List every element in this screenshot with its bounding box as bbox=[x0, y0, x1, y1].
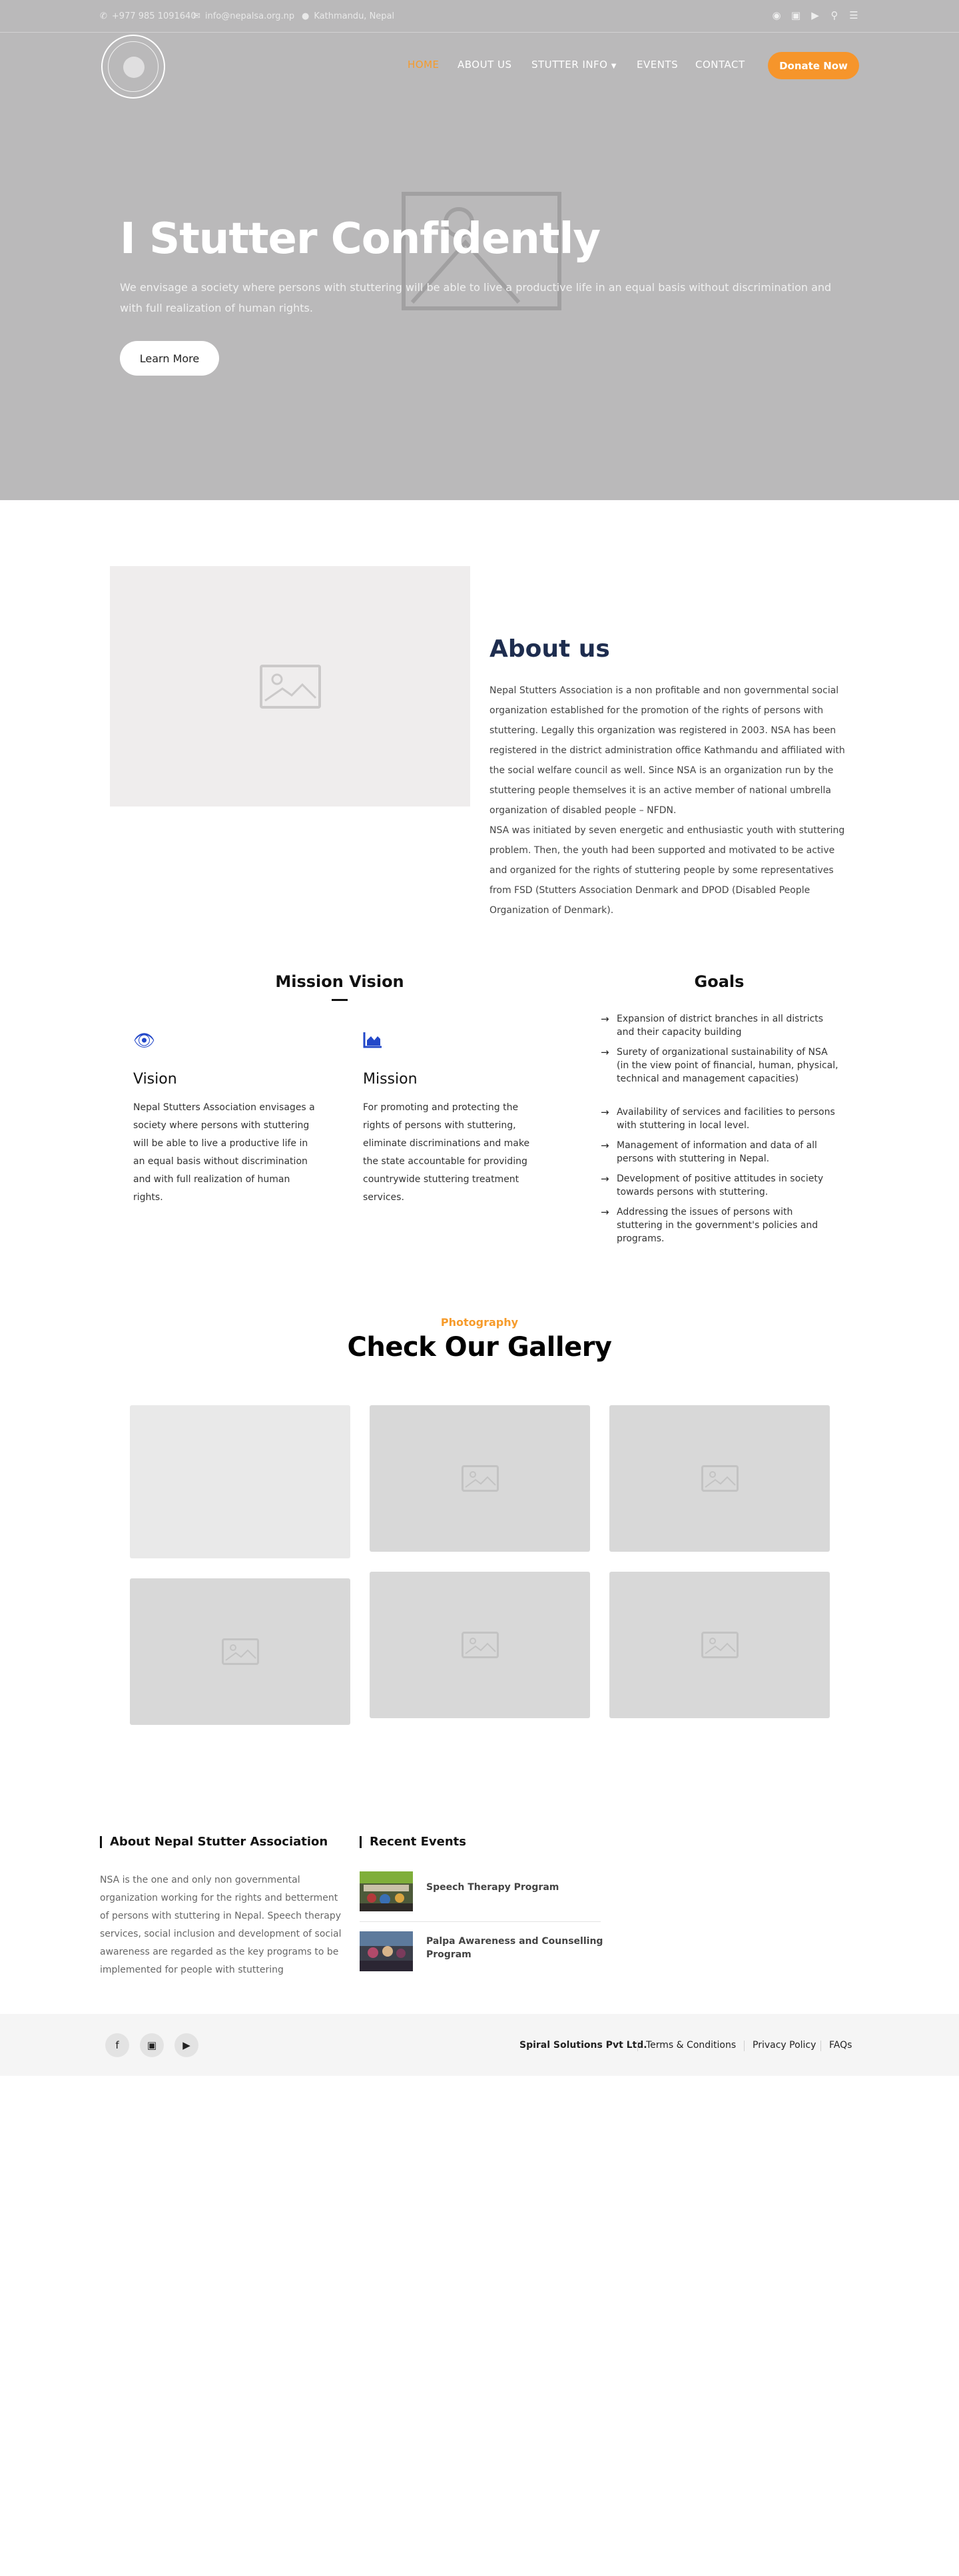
youtube-icon[interactable]: ▶ bbox=[174, 2033, 198, 2057]
terms-link[interactable]: Terms & Conditions bbox=[646, 2040, 736, 2051]
donate-button[interactable]: Donate Now bbox=[768, 52, 859, 79]
event-thumbnail[interactable] bbox=[360, 1871, 413, 1911]
image-placeholder-icon bbox=[462, 1465, 499, 1492]
mission-title: Mission bbox=[363, 1071, 418, 1088]
caret-down-icon: ▼ bbox=[611, 63, 617, 70]
gallery-image[interactable] bbox=[370, 1405, 590, 1552]
arrow-right-icon: → bbox=[601, 1046, 609, 1058]
search-icon[interactable]: ⚲ bbox=[829, 9, 840, 21]
mission-text: For promoting and protecting the rights … bbox=[363, 1102, 530, 1203]
mission-vision-heading: Mission Vision bbox=[275, 972, 404, 991]
goal-item: → Surety of organizational sustainability… bbox=[601, 1046, 838, 1084]
footer-about-text: NSA is the one and only non governmental… bbox=[100, 1875, 342, 1975]
envelope-icon: ✉ bbox=[193, 11, 200, 21]
about-text: Nepal Stutters Association is a non prof… bbox=[489, 681, 849, 920]
gallery-title: Check Our Gallery bbox=[347, 1332, 612, 1363]
nsa-logo[interactable] bbox=[101, 35, 165, 99]
facebook-icon[interactable]: f bbox=[105, 2033, 129, 2057]
arrow-right-icon: → bbox=[601, 1139, 609, 1151]
logo-ring bbox=[108, 41, 159, 92]
goal-item: → Addressing the issues of persons with s… bbox=[601, 1206, 818, 1244]
map-pin-icon: ● bbox=[302, 11, 310, 21]
top-bar: ✆ +977 985 1091640 ✉ info@nepalsa.org.np… bbox=[0, 0, 959, 33]
goal-item: → Expansion of district branches in all d… bbox=[601, 1013, 824, 1038]
area-chart-icon bbox=[363, 1031, 383, 1053]
goal-item: → Development of positive attitudes in so… bbox=[601, 1173, 824, 1197]
link-divider bbox=[744, 2041, 745, 2051]
arrow-right-icon: → bbox=[601, 1013, 609, 1025]
vision-title: Vision bbox=[133, 1071, 177, 1088]
footer-about-heading: About Nepal Stutter Association bbox=[100, 1836, 328, 1848]
gallery-image[interactable] bbox=[609, 1405, 830, 1552]
link-divider bbox=[637, 2041, 638, 2051]
hero-title: I Stutter Confidently bbox=[120, 214, 601, 264]
privacy-link[interactable]: Privacy Policy bbox=[753, 2040, 816, 2051]
facebook-icon[interactable]: ◉ bbox=[771, 9, 782, 21]
phone-text: +977 985 1091640 bbox=[111, 11, 196, 21]
link-divider bbox=[820, 2041, 821, 2051]
goal-item: → Availability of services and facilities… bbox=[601, 1106, 835, 1131]
nav-stutter-info-label: STUTTER INFO bbox=[531, 59, 608, 71]
topbar-email[interactable]: ✉ info@nepalsa.org.np bbox=[193, 11, 294, 21]
hero-subtitle: We envisage a society where persons with… bbox=[120, 281, 832, 314]
heading-underline bbox=[332, 999, 348, 1001]
email-text: info@nepalsa.org.np bbox=[204, 11, 295, 21]
image-placeholder-icon bbox=[701, 1465, 739, 1492]
instagram-icon[interactable]: ▣ bbox=[791, 9, 801, 21]
image-placeholder-icon bbox=[701, 1632, 739, 1658]
about-title: About us bbox=[489, 635, 610, 663]
nav-about-us[interactable]: ABOUT US bbox=[458, 59, 512, 71]
location-text: Kathmandu, Nepal bbox=[314, 11, 395, 21]
gallery-image[interactable] bbox=[370, 1572, 590, 1718]
goals-heading: Goals bbox=[694, 972, 745, 991]
image-placeholder-icon bbox=[222, 1638, 259, 1665]
event-title[interactable]: Speech Therapy Program bbox=[426, 1881, 606, 1894]
about-image-placeholder bbox=[110, 566, 470, 806]
topbar-location: ● Kathmandu, Nepal bbox=[302, 11, 394, 21]
gallery-kicker: Photography bbox=[440, 1316, 519, 1329]
company-link[interactable]: Spiral Solutions Pvt Ltd. bbox=[519, 2040, 647, 2051]
nav-stutter-info[interactable]: STUTTER INFO ▼ bbox=[531, 59, 617, 71]
faqs-link[interactable]: FAQs bbox=[829, 2040, 852, 2051]
menu-icon[interactable]: ☰ bbox=[848, 9, 859, 21]
topbar-icons: ◉ ▣ ▶ ⚲ ☰ bbox=[771, 9, 859, 21]
goal-item: → Management of information and data of a… bbox=[601, 1139, 817, 1164]
instagram-icon[interactable]: ▣ bbox=[140, 2033, 164, 2057]
topbar-phone[interactable]: ✆ +977 985 1091640 bbox=[100, 11, 196, 21]
footer-events-heading: Recent Events bbox=[360, 1836, 466, 1848]
nav-events[interactable]: EVENTS bbox=[637, 59, 678, 71]
learn-more-button[interactable]: Learn More bbox=[120, 341, 219, 376]
eye-icon: 👁 bbox=[133, 1031, 156, 1051]
nav-contact[interactable]: CONTACT bbox=[695, 59, 745, 71]
gallery-image[interactable] bbox=[130, 1405, 350, 1558]
event-thumbnail[interactable] bbox=[360, 1931, 413, 1971]
nav-home[interactable]: HOME bbox=[408, 59, 440, 71]
arrow-right-icon: → bbox=[601, 1106, 609, 1118]
arrow-right-icon: → bbox=[601, 1173, 609, 1185]
event-title[interactable]: Palpa Awareness and Counselling Program bbox=[426, 1935, 606, 1961]
gallery-image[interactable] bbox=[130, 1578, 350, 1725]
image-placeholder-icon bbox=[260, 665, 321, 709]
about-paragraph-2: NSA was initiated by seven energetic and… bbox=[489, 825, 845, 916]
vision-text: Nepal Stutters Association envisages a s… bbox=[133, 1102, 315, 1203]
about-paragraph-1: Nepal Stutters Association is a non prof… bbox=[489, 685, 845, 816]
youtube-icon[interactable]: ▶ bbox=[810, 9, 820, 21]
arrow-right-icon: → bbox=[601, 1206, 609, 1218]
logo-emblem bbox=[123, 57, 145, 78]
image-placeholder-icon bbox=[462, 1632, 499, 1658]
gallery-image[interactable] bbox=[609, 1572, 830, 1718]
hero-section: ✆ +977 985 1091640 ✉ info@nepalsa.org.np… bbox=[0, 0, 959, 500]
phone-icon: ✆ bbox=[100, 11, 107, 21]
event-divider bbox=[360, 1921, 601, 1922]
